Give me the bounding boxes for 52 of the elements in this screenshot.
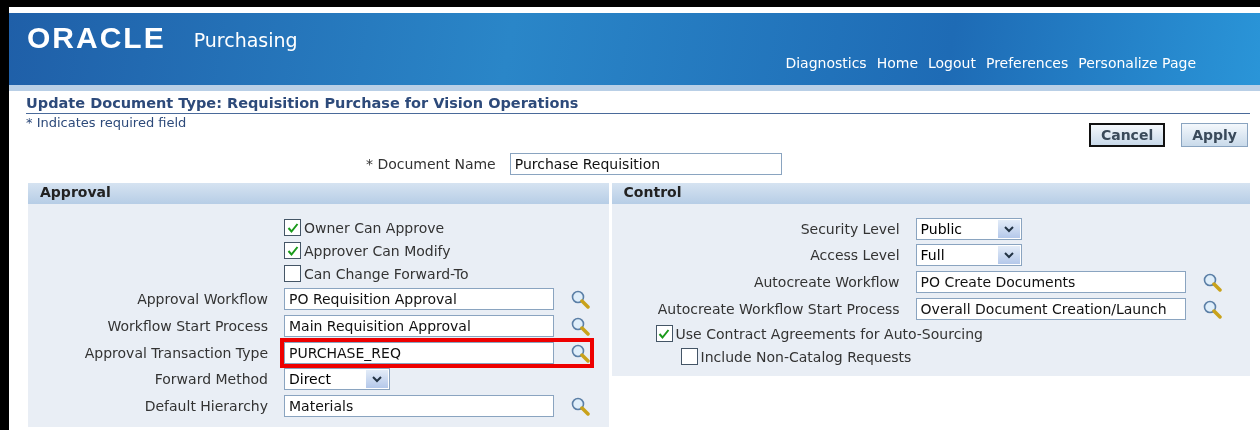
text-field[interactable]: PO Requisition Approval xyxy=(284,287,554,310)
search-icon[interactable] xyxy=(570,342,590,363)
field-label: Security Level xyxy=(799,221,900,237)
action-button[interactable]: Cancel xyxy=(1088,123,1166,147)
field-label: Approval Workflow xyxy=(136,290,268,307)
text-field[interactable]: Main Requisition Approval xyxy=(284,314,554,337)
header-link[interactable]: Logout xyxy=(928,55,976,71)
field-label: Forward Method xyxy=(153,371,268,387)
field-label: * Document Name xyxy=(366,156,496,172)
checkbox[interactable] xyxy=(680,348,698,365)
checkbox-label: Include Non-Catalog Requests xyxy=(700,348,912,365)
section-header: Approval xyxy=(28,183,609,204)
search-icon[interactable] xyxy=(570,288,590,309)
search-icon[interactable] xyxy=(1201,298,1222,319)
checkbox-label: Approver Can Modify xyxy=(304,242,451,259)
header-link[interactable]: Home xyxy=(876,55,918,71)
header-link[interactable]: Personalize Page xyxy=(1078,55,1196,71)
caret-icon xyxy=(1003,251,1014,259)
field-label: Access Level xyxy=(809,247,900,263)
dropdown[interactable]: Direct xyxy=(284,368,390,390)
text-field[interactable]: PO Create Documents xyxy=(915,270,1186,293)
caret-icon xyxy=(1003,225,1014,233)
dropdown[interactable]: Full xyxy=(915,244,1022,266)
checkbox[interactable] xyxy=(655,325,673,342)
checkbox[interactable] xyxy=(284,219,301,236)
section-header: Control xyxy=(611,183,1250,204)
logo: ORACLE xyxy=(27,21,166,55)
text-field[interactable]: Purchase Requisition xyxy=(509,153,782,175)
field-label: Approval Transaction Type xyxy=(83,344,268,361)
checkbox-label: Owner Can Approve xyxy=(304,219,445,236)
product-name: Purchasing xyxy=(193,29,298,51)
search-icon[interactable] xyxy=(1201,271,1222,292)
text-field[interactable]: Materials xyxy=(284,394,554,417)
field-label: Default Hierarchy xyxy=(143,397,268,414)
action-button[interactable]: Apply xyxy=(1181,123,1248,147)
checkbox[interactable] xyxy=(284,265,301,282)
field-label: Workflow Start Process xyxy=(106,317,268,334)
search-icon[interactable] xyxy=(570,395,590,416)
header-link[interactable]: Preferences xyxy=(985,55,1069,71)
dropdown[interactable]: Public xyxy=(915,218,1022,240)
checkbox-label: Use Contract Agreements for Auto-Sourcing xyxy=(675,325,983,342)
search-icon[interactable] xyxy=(570,315,590,336)
checkbox[interactable] xyxy=(284,242,301,259)
checkbox-label: Can Change Forward-To xyxy=(304,265,469,282)
page-title: Update Document Type: Requisition Purchase for Vision Operations xyxy=(26,95,1250,114)
text-field[interactable]: Overall Document Creation/Launch xyxy=(915,297,1186,320)
caret-icon xyxy=(372,375,382,383)
field-label: Autocreate Workflow xyxy=(752,273,900,290)
header-link[interactable]: Diagnostics xyxy=(785,55,867,71)
field-label: Autocreate Workflow Start Process xyxy=(656,300,900,317)
text-field[interactable]: PURCHASE_REQ xyxy=(284,341,554,364)
required-note: * Indicates required field xyxy=(26,115,187,132)
